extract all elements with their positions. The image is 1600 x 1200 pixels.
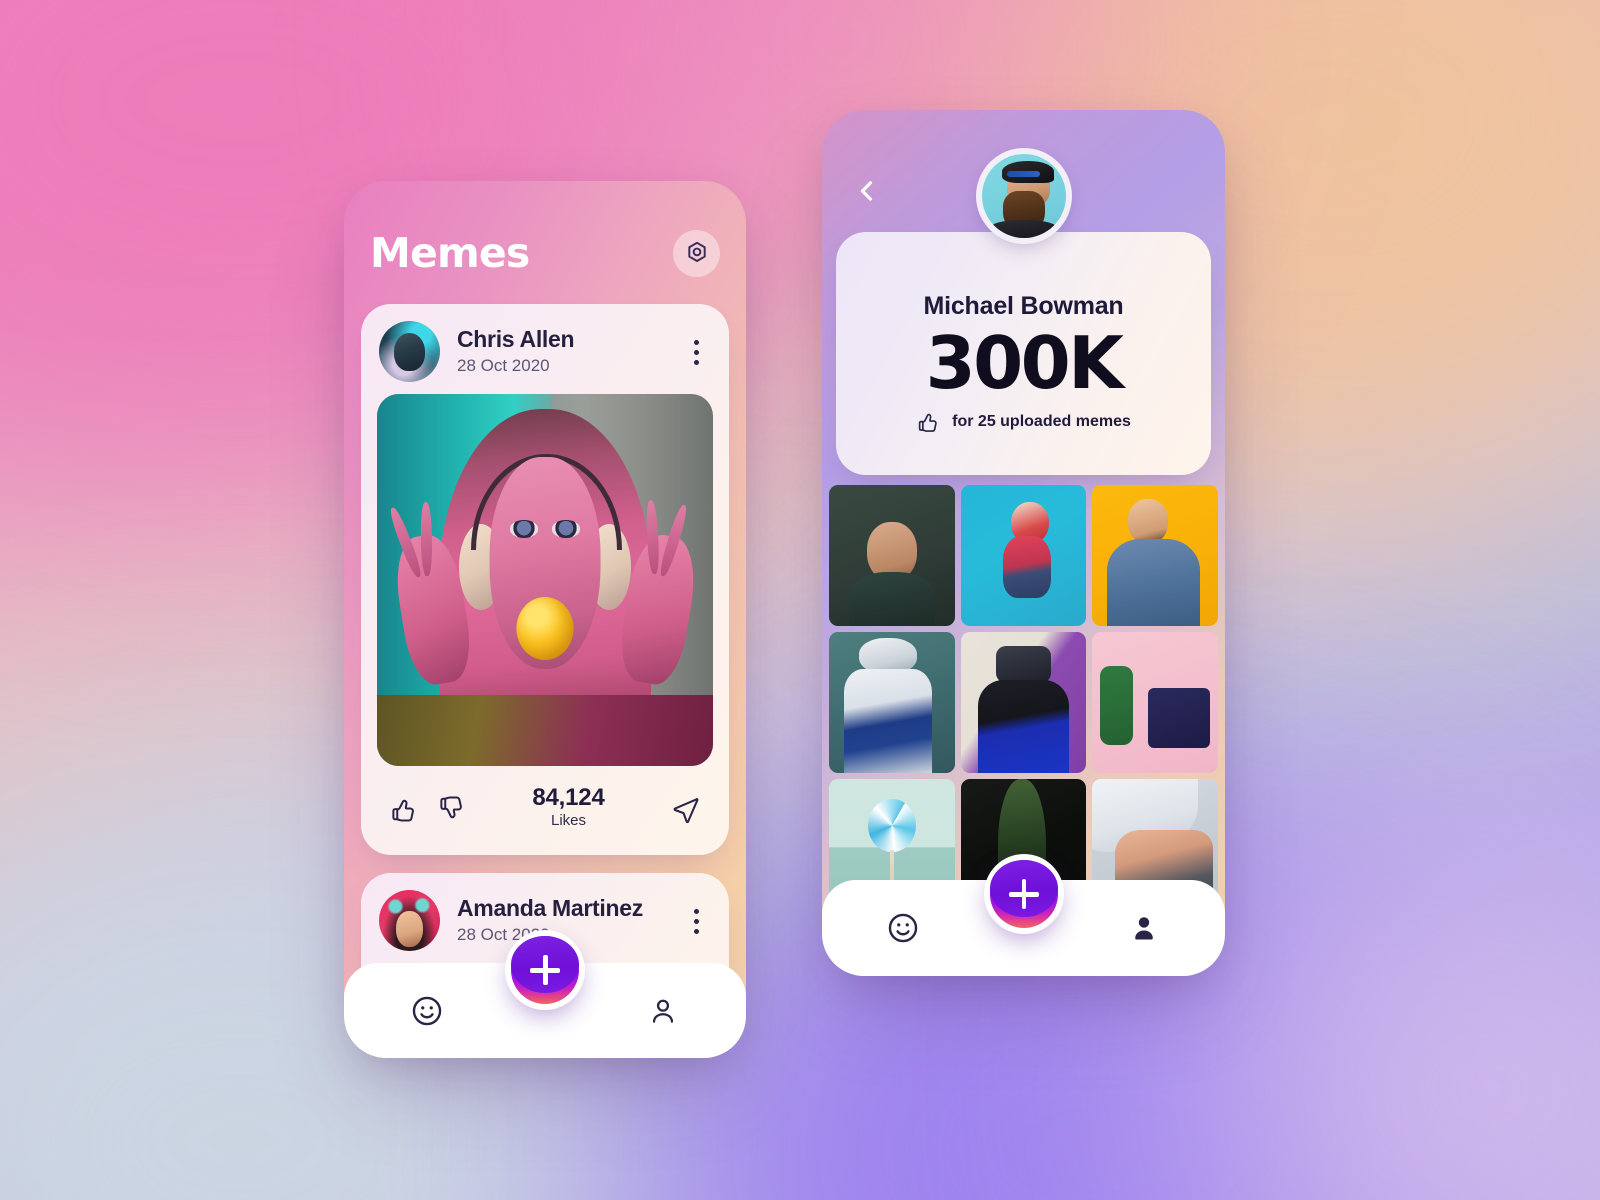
feed-screen: Memes Chris Allen 28 Oct 2020 84,124 Lik… <box>344 181 746 1058</box>
fab-gradient <box>511 936 579 1004</box>
smiley-face-icon <box>412 996 442 1025</box>
feed-header: Memes <box>370 225 720 281</box>
profile-screen: Michael Bowman 300K for 25 uploaded meme… <box>822 110 1225 976</box>
post-actions: 84,124 Likes <box>361 763 729 855</box>
avatar-body <box>989 219 1058 238</box>
post-more-button[interactable] <box>683 334 709 370</box>
dislike-button[interactable] <box>437 794 467 824</box>
avatar-image <box>981 154 1066 238</box>
more-vertical-icon <box>693 928 699 934</box>
thumbs-up-icon <box>918 414 937 433</box>
avatar[interactable] <box>379 890 440 951</box>
profile-name: Michael Bowman <box>923 292 1124 320</box>
thumbs-down-icon <box>440 796 462 819</box>
post-photo[interactable] <box>377 394 713 766</box>
person-filled-icon <box>1135 917 1153 940</box>
likes-count: 84,124 <box>532 783 605 811</box>
person-outline-icon <box>652 999 674 1023</box>
likes-caption-row: for 25 uploaded memes <box>916 409 1131 434</box>
likes-total: 300K <box>925 321 1124 405</box>
create-post-fab[interactable] <box>505 930 585 1010</box>
nav-item-profile[interactable] <box>638 986 688 1036</box>
grid-item[interactable] <box>960 485 1087 626</box>
avatar-headband <box>1006 170 1041 177</box>
smiley-face-icon <box>888 913 918 943</box>
chevron-left-icon <box>860 181 873 201</box>
grid-item[interactable] <box>829 632 955 773</box>
more-vertical-icon <box>693 349 699 355</box>
more-vertical-icon <box>693 918 699 924</box>
photo-eye-right <box>551 520 581 538</box>
nav-item-feed[interactable] <box>402 986 452 1036</box>
profile-summary-card: Michael Bowman 300K for 25 uploaded meme… <box>836 148 1211 475</box>
photo-eye-left <box>509 520 539 538</box>
like-button[interactable] <box>389 794 419 824</box>
likes-caption: for 25 uploaded memes <box>952 412 1131 430</box>
post-author: Amanda Martinez <box>457 895 643 922</box>
thumbs-up-icon <box>392 799 414 822</box>
likes-summary: 84,124 Likes <box>467 783 670 830</box>
gear-hex-icon <box>687 241 706 262</box>
photo-bubblegum <box>516 596 574 660</box>
screenshot-canvas: Memes Chris Allen 28 Oct 2020 84,124 Lik… <box>0 0 1600 1200</box>
post-more-button[interactable] <box>683 903 709 939</box>
likes-label: Likes <box>550 812 587 830</box>
nav-item-profile[interactable] <box>1119 903 1169 953</box>
avatar[interactable] <box>379 321 440 382</box>
nav-item-feed[interactable] <box>878 903 928 953</box>
more-vertical-icon <box>693 908 699 914</box>
post-card[interactable]: Chris Allen 28 Oct 2020 84,124 Likes <box>361 304 729 855</box>
send-icon <box>673 797 699 823</box>
page-title: Memes <box>370 228 530 277</box>
create-post-fab[interactable] <box>983 854 1064 934</box>
grid-item[interactable] <box>960 632 1087 773</box>
post-author: Chris Allen <box>457 326 575 353</box>
post-meta: Chris Allen 28 Oct 2020 <box>457 326 683 377</box>
photo-shirt <box>377 695 713 766</box>
more-vertical-icon <box>693 339 699 345</box>
grid-item[interactable] <box>829 485 955 626</box>
plus-icon <box>530 955 560 985</box>
grid-item[interactable] <box>1092 632 1218 773</box>
fab-gradient <box>989 860 1058 928</box>
post-header: Chris Allen 28 Oct 2020 <box>361 304 729 382</box>
grid-item[interactable] <box>1092 485 1218 626</box>
avatar[interactable] <box>975 148 1072 244</box>
share-button[interactable] <box>670 794 701 825</box>
back-button[interactable] <box>844 168 890 214</box>
post-date: 28 Oct 2020 <box>457 356 550 376</box>
more-vertical-icon <box>693 359 699 365</box>
plus-icon <box>1008 879 1039 909</box>
settings-button[interactable] <box>673 229 720 277</box>
